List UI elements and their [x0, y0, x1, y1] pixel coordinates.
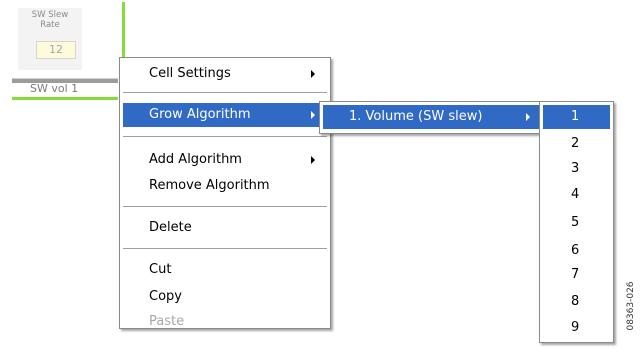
- menu-item-cut[interactable]: Cut: [123, 258, 327, 282]
- count-item-3[interactable]: 3: [543, 157, 610, 181]
- sw-slew-rate-cell[interactable]: SW Slew Rate 12: [18, 8, 82, 70]
- menu-item-label: Copy: [149, 289, 182, 304]
- menu-item-cell-settings[interactable]: Cell Settings: [123, 62, 327, 86]
- submenu-arrow-icon: [311, 70, 315, 78]
- menu-item-label: 1. Volume (SW slew): [349, 109, 483, 124]
- menu-item-label: Remove Algorithm: [149, 178, 270, 193]
- menu-item-label: Grow Algorithm: [149, 107, 251, 122]
- submenu-arrow-icon: [311, 111, 315, 119]
- count-item-5[interactable]: 5: [543, 211, 610, 235]
- count-item-9[interactable]: 9: [543, 316, 610, 340]
- cell-title: SW Slew Rate: [31, 10, 69, 30]
- menu-item-grow-algorithm[interactable]: Grow Algorithm: [123, 103, 327, 127]
- grow-algorithm-submenu: 1. Volume (SW slew): [319, 101, 544, 134]
- submenu-arrow-icon: [526, 113, 530, 121]
- figure-id: 08363-026: [624, 256, 638, 356]
- menu-item-label: Add Algorithm: [149, 152, 242, 167]
- menu-separator: [123, 206, 327, 208]
- menu-item-add-algorithm[interactable]: Add Algorithm: [123, 148, 327, 172]
- count-item-6[interactable]: 6: [543, 239, 610, 263]
- slew-rate-value-field[interactable]: 12: [36, 41, 76, 59]
- grow-count-submenu: 1 2 3 4 5 6 7 8 9: [539, 101, 614, 343]
- sw-vol-cell-label[interactable]: SW vol 1: [30, 82, 78, 95]
- connection-wire-horizontal: [12, 97, 118, 100]
- figure-id-label: 08363-026: [626, 281, 636, 331]
- menu-item-label: Cut: [149, 262, 172, 277]
- menu-separator: [123, 248, 327, 250]
- submenu-arrow-icon: [311, 156, 315, 164]
- context-menu: Cell Settings Grow Algorithm Add Algorit…: [119, 57, 331, 329]
- count-item-4[interactable]: 4: [543, 183, 610, 207]
- menu-item-label: Cell Settings: [149, 66, 231, 81]
- submenu-item-volume-sw-slew[interactable]: 1. Volume (SW slew): [323, 105, 540, 129]
- menu-item-remove-algorithm[interactable]: Remove Algorithm: [123, 174, 327, 198]
- menu-item-label: Paste: [149, 314, 185, 329]
- count-item-1[interactable]: 1: [543, 105, 610, 129]
- count-item-2[interactable]: 2: [543, 132, 610, 156]
- menu-item-copy[interactable]: Copy: [123, 285, 327, 309]
- menu-item-paste: Paste: [123, 310, 327, 334]
- count-item-7[interactable]: 7: [543, 263, 610, 287]
- menu-separator: [123, 92, 327, 94]
- menu-separator: [123, 136, 327, 138]
- menu-item-delete[interactable]: Delete: [123, 216, 327, 240]
- count-item-8[interactable]: 8: [543, 290, 610, 314]
- menu-item-label: Delete: [149, 220, 192, 235]
